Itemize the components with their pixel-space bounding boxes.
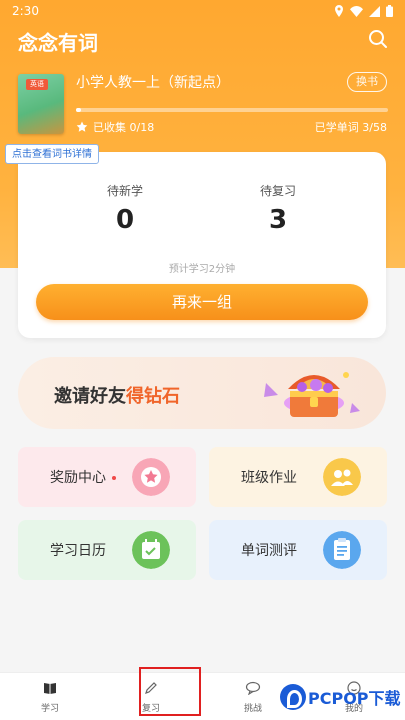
status-bar: 2:30	[0, 0, 405, 22]
estimate-time: 预计学习2分钟	[168, 264, 236, 275]
search-icon[interactable]	[367, 28, 389, 50]
star-icon	[76, 121, 88, 132]
book-cover-tag: 英语	[26, 79, 48, 90]
word-test-tile[interactable]: 单词测评	[209, 520, 387, 580]
collected-stat: 已收集 0/18	[76, 119, 154, 135]
study-again-button[interactable]: 再来一组	[36, 284, 368, 320]
invite-prefix: 邀请好友	[54, 386, 126, 407]
watermark-text: PCPOP下载	[308, 689, 401, 708]
wifi-icon	[350, 5, 363, 17]
signal-icon	[369, 5, 380, 17]
app-title: 念念有词	[18, 31, 98, 55]
nav-study[interactable]: 学习	[20, 680, 80, 714]
nav-challenge[interactable]: 挑战	[223, 680, 283, 714]
review-words-stat: 待复习 3	[218, 182, 338, 235]
book-icon	[44, 683, 56, 694]
status-time: 2:30	[12, 4, 39, 18]
book-progress-fill	[76, 108, 82, 112]
watermark: PCPOP下载	[280, 684, 401, 710]
new-words-label: 待新学	[106, 184, 143, 198]
study-calendar-label: 学习日历	[50, 543, 106, 559]
review-words-count: 3	[268, 205, 288, 235]
invite-text: 邀请好友得钻石	[54, 382, 180, 408]
invite-banner[interactable]: 邀请好友得钻石	[18, 357, 386, 429]
test-clipboard-icon	[323, 531, 361, 569]
invite-highlight: 得钻石	[126, 386, 180, 407]
location-icon	[335, 5, 343, 17]
book-progress-bar	[76, 108, 388, 112]
treasure-chest-icon	[264, 372, 360, 417]
study-calendar-tile[interactable]: 学习日历	[18, 520, 196, 580]
rewards-icon	[132, 458, 170, 496]
status-icons	[334, 5, 393, 17]
review-words-label: 待复习	[259, 184, 296, 198]
new-words-stat: 待新学 0	[65, 182, 185, 235]
nav-study-label: 学习	[40, 704, 59, 714]
rewards-center-label: 奖励中心	[50, 467, 116, 487]
collected-text: 已收集 0/18	[93, 121, 155, 134]
word-test-label: 单词测评	[241, 543, 297, 559]
calendar-icon	[132, 531, 170, 569]
battery-icon	[386, 5, 393, 17]
chat-bubble-icon	[245, 681, 261, 696]
class-homework-tile[interactable]: 班级作业	[209, 447, 387, 507]
nav-challenge-label: 挑战	[243, 704, 262, 714]
new-words-count: 0	[115, 205, 135, 235]
book-name[interactable]: 小学人教一上（新起点）	[76, 72, 230, 92]
book-details-tooltip[interactable]: 点击查看词书详情	[5, 144, 99, 164]
rewards-center-tile[interactable]: 奖励中心	[18, 447, 196, 507]
change-book-button[interactable]: 换书	[347, 72, 387, 92]
watermark-logo	[280, 684, 306, 710]
learned-words: 已学单词 3/58	[314, 121, 387, 134]
review-highlight-box	[139, 667, 201, 716]
homework-icon	[323, 458, 361, 496]
notification-dot	[112, 476, 116, 480]
study-card: 待新学 0 待复习 3 预计学习2分钟 再来一组	[18, 152, 386, 338]
book-cover[interactable]: 英语	[18, 74, 64, 134]
class-homework-label: 班级作业	[241, 470, 297, 486]
